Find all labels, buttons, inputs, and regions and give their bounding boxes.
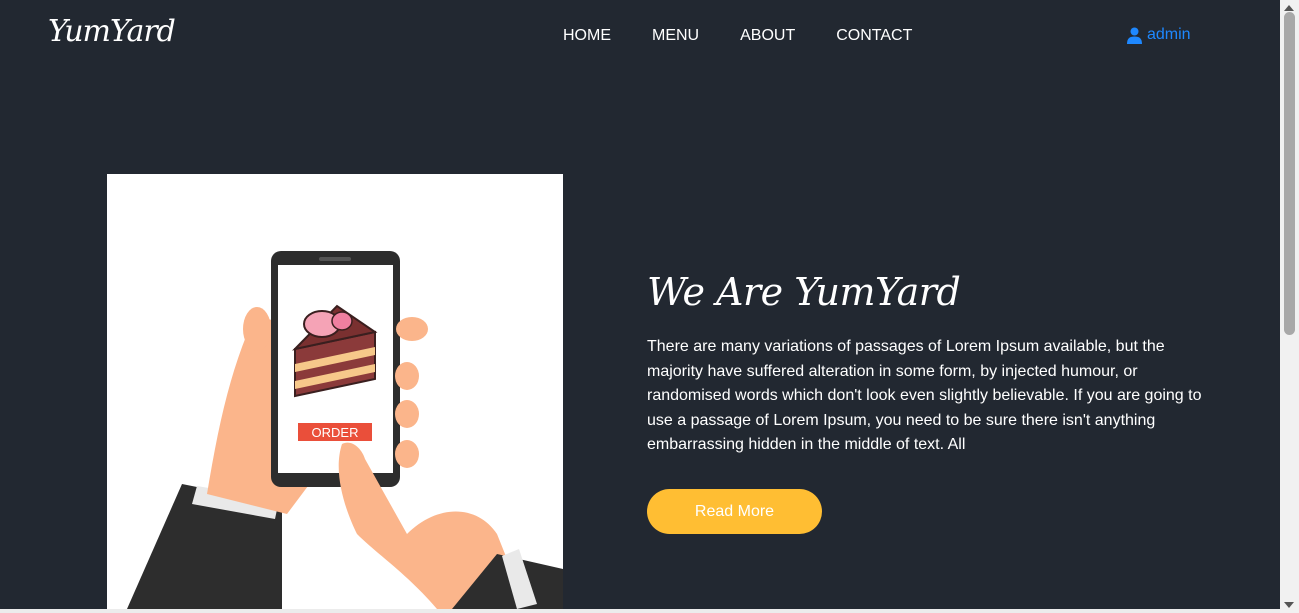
nav-home[interactable]: HOME [563, 27, 611, 45]
nav-contact[interactable]: CONTACT [836, 27, 912, 45]
nav-about[interactable]: ABOUT [740, 27, 795, 45]
navbar: YumYard HOME MENU ABOUT CONTACT admin [0, 0, 1280, 72]
scroll-thumb[interactable] [1284, 12, 1295, 335]
nav-menu: HOME MENU ABOUT CONTACT [563, 27, 912, 45]
horizontal-scrollbar[interactable] [0, 609, 1280, 613]
about-description: There are many variations of passages of… [647, 338, 1202, 454]
about-title: We Are YumYard [647, 270, 961, 314]
nav-menu-link[interactable]: MENU [652, 27, 699, 45]
vertical-scrollbar[interactable] [1280, 0, 1299, 613]
about-illustration: ORDER [107, 174, 563, 609]
scroll-down-icon[interactable] [1284, 602, 1294, 608]
user-name: admin [1147, 26, 1191, 43]
scroll-up-icon[interactable] [1284, 5, 1294, 11]
user-icon [1127, 27, 1142, 44]
read-more-button[interactable]: Read More [647, 489, 822, 534]
user-link[interactable]: admin [1127, 26, 1191, 44]
phone-order-illustration: ORDER [127, 251, 563, 609]
order-label: ORDER [312, 425, 359, 440]
brand-logo[interactable]: YumYard [48, 14, 176, 49]
